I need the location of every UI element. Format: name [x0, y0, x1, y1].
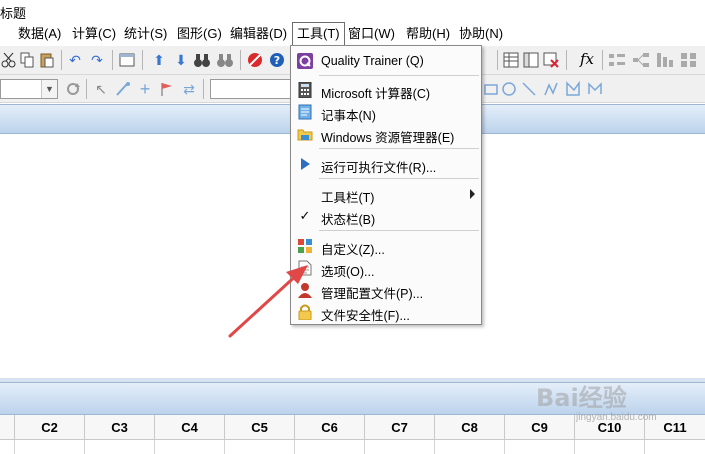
minitab-window: 标题 数据(A) 计算(C) 统计(S) 图形(G) 编辑器(D) 工具(T) …: [0, 0, 705, 454]
watermark-text: Bai经验: [536, 384, 627, 412]
baidu-watermark: Bai经验 jingyan.baidu.com: [536, 378, 705, 440]
watermark-url: jingyan.baidu.com: [576, 412, 657, 423]
